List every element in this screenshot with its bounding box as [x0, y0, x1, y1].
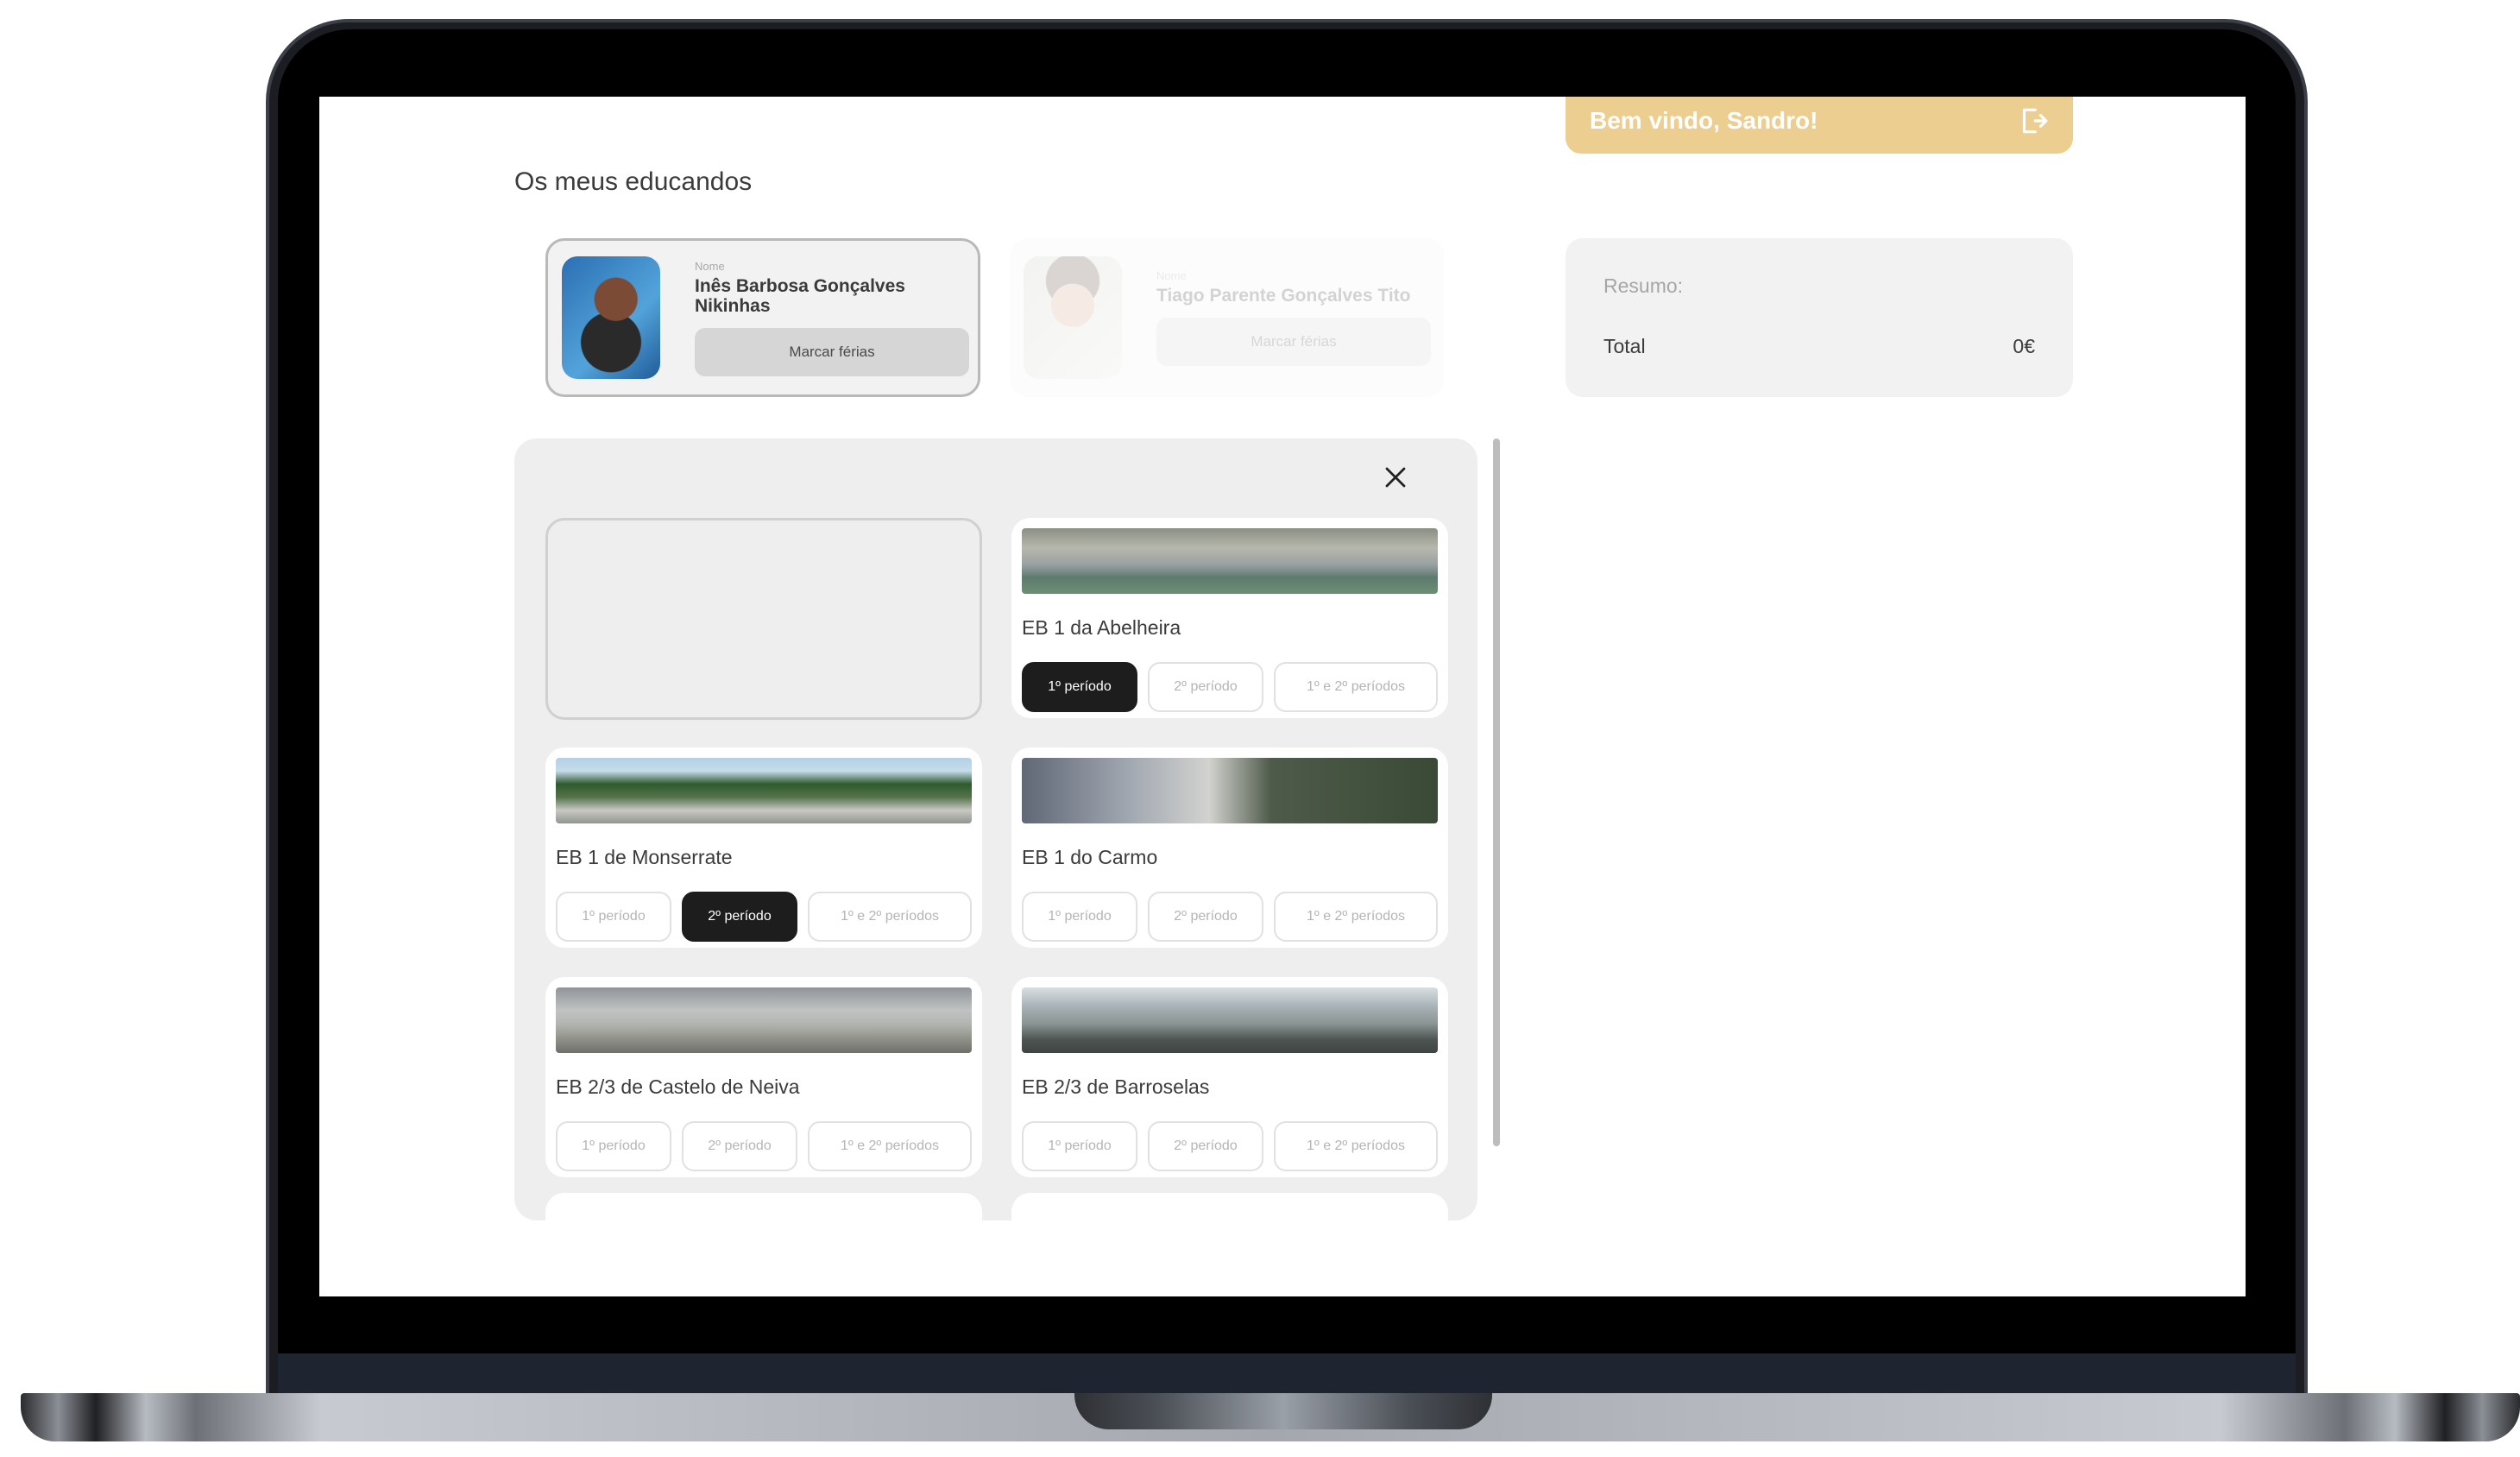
school-card: EB 1 da Abelheira 1º período 2º período …: [1011, 518, 1448, 718]
school-card: EB 2/3 de Castelo de Neiva 1º período 2º…: [545, 977, 982, 1177]
school-card-partial: [545, 1193, 982, 1220]
laptop-notch: [1074, 1393, 1492, 1429]
app: Bem vindo, Sandro! Os meus educandos Nom…: [319, 97, 2246, 1296]
screen: Bem vindo, Sandro! Os meus educandos Nom…: [319, 97, 2246, 1296]
period-both-button[interactable]: 1º e 2º períodos: [1274, 1121, 1438, 1171]
school-photo: [1022, 758, 1438, 823]
period-options: 1º período 2º período 1º e 2º períodos: [556, 1121, 972, 1171]
period-both-button[interactable]: 1º e 2º períodos: [1274, 662, 1438, 712]
name-label: Nome: [1156, 269, 1187, 282]
school-name: EB 2/3 de Barroselas: [1022, 1075, 1210, 1098]
school-photo: [556, 758, 972, 823]
period-both-button[interactable]: 1º e 2º períodos: [808, 892, 972, 942]
student-name: Tiago Parente Gonçalves Tito: [1156, 286, 1411, 306]
period-1-button[interactable]: 1º período: [556, 892, 671, 942]
school-name: EB 2/3 de Castelo de Neiva: [556, 1075, 800, 1098]
student-name: Inês Barbosa Gonçalves Nikinhas: [695, 275, 905, 316]
school-name: EB 1 do Carmo: [1022, 846, 1158, 868]
student-card[interactable]: Nome Inês Barbosa Gonçalves Nikinhas Mar…: [545, 238, 980, 397]
school-name: EB 1 de Monserrate: [556, 846, 733, 868]
avatar: [1024, 256, 1122, 379]
total-label: Total: [1603, 335, 1646, 357]
summary-panel: Resumo: Total 0€: [1566, 238, 2073, 397]
name-label: Nome: [695, 259, 725, 273]
section-title: Os meus educandos: [514, 167, 753, 196]
school-card: EB 1 do Carmo 1º período 2º período 1º e…: [1011, 747, 1448, 948]
period-1-button[interactable]: 1º período: [1022, 892, 1137, 942]
period-1-button[interactable]: 1º período: [556, 1121, 671, 1171]
period-both-button[interactable]: 1º e 2º períodos: [1274, 892, 1438, 942]
total-value: 0€: [2013, 335, 2035, 357]
school-card-partial: [1011, 1193, 1448, 1220]
close-icon[interactable]: [1383, 464, 1408, 490]
school-card: EB 2/3 de Barroselas 1º período 2º perío…: [1011, 977, 1448, 1177]
period-options: 1º período 2º período 1º e 2º períodos: [1022, 1121, 1438, 1171]
empty-school-slot: [545, 518, 982, 720]
welcome-text: Bem vindo, Sandro!: [1590, 107, 1818, 134]
period-2-button[interactable]: 2º período: [1148, 892, 1263, 942]
period-options: 1º período 2º período 1º e 2º períodos: [556, 892, 972, 942]
period-options: 1º período 2º período 1º e 2º períodos: [1022, 662, 1438, 712]
period-options: 1º período 2º período 1º e 2º períodos: [1022, 892, 1438, 942]
summary-total-row: Total 0€: [1603, 335, 2035, 358]
period-2-button[interactable]: 2º período: [1148, 1121, 1263, 1171]
schools-panel: EB 1 da Abelheira 1º período 2º período …: [514, 438, 1477, 1220]
period-2-button[interactable]: 2º período: [682, 892, 797, 942]
school-card: EB 1 de Monserrate 1º período 2º período…: [545, 747, 982, 948]
period-1-button[interactable]: 1º período: [1022, 1121, 1137, 1171]
period-1-button[interactable]: 1º período: [1022, 662, 1137, 712]
scrollbar[interactable]: [1493, 438, 1500, 1146]
period-2-button[interactable]: 2º período: [1148, 662, 1263, 712]
school-photo: [556, 987, 972, 1053]
student-card[interactable]: Nome Tiago Parente Gonçalves Tito Marcar…: [1010, 238, 1445, 397]
summary-title: Resumo:: [1603, 274, 1684, 297]
school-name: EB 1 da Abelheira: [1022, 616, 1181, 639]
welcome-bar: Bem vindo, Sandro!: [1566, 97, 2073, 154]
period-2-button[interactable]: 2º período: [682, 1121, 797, 1171]
mark-vacation-button[interactable]: Marcar férias: [1156, 318, 1431, 366]
school-photo: [1022, 528, 1438, 594]
school-photo: [1022, 987, 1438, 1053]
mark-vacation-button[interactable]: Marcar férias: [695, 327, 969, 376]
laptop-lid-bottom: [278, 1353, 2296, 1395]
avatar: [562, 256, 660, 379]
period-both-button[interactable]: 1º e 2º períodos: [808, 1121, 972, 1171]
logout-icon[interactable]: [2016, 104, 2049, 137]
